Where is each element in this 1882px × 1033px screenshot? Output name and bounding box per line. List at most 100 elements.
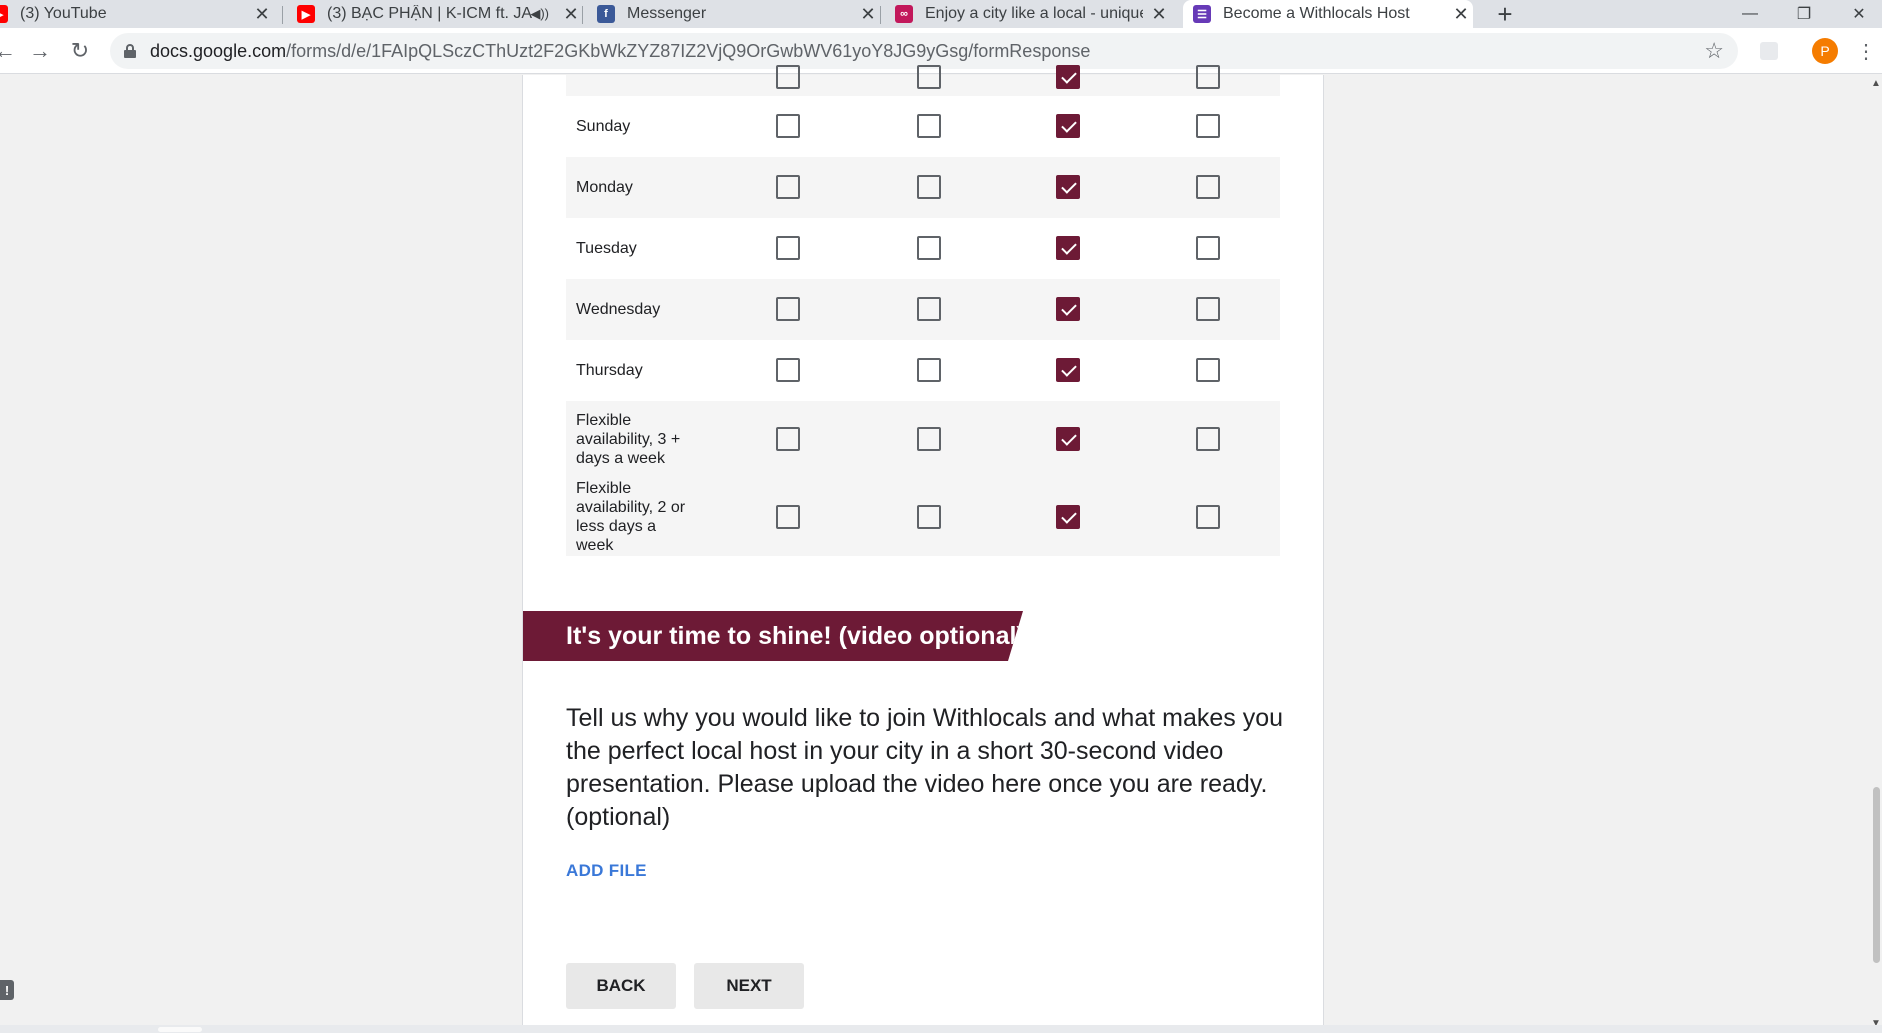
page-viewport: Sunday Monday Tuesday Wednesday Thursday… bbox=[0, 65, 1882, 1033]
grid-checkbox[interactable] bbox=[917, 427, 941, 451]
minimize-button[interactable]: — bbox=[1727, 0, 1773, 28]
browser-menu-icon[interactable]: ⋮ bbox=[1856, 36, 1876, 66]
grid-row-label: Sunday bbox=[576, 118, 631, 135]
grid-checkbox[interactable] bbox=[917, 297, 941, 321]
grid-checkbox[interactable] bbox=[1196, 175, 1220, 199]
tab-title: (3) YouTube bbox=[20, 5, 107, 22]
tab-title: Enjoy a city like a local - unique t bbox=[925, 5, 1143, 22]
grid-row-label: Tuesday bbox=[576, 240, 637, 257]
tab-strip: ▶ (3) YouTube ✕ ▶ (3) BẠC PHẬN | K-ICM f… bbox=[0, 0, 1882, 29]
grid-row-partial bbox=[566, 65, 1280, 96]
section-title: It's your time to shine! (video optional… bbox=[566, 622, 1025, 650]
grid-checkbox[interactable] bbox=[917, 505, 941, 529]
grid-checkbox[interactable] bbox=[1056, 427, 1080, 451]
tab-divider bbox=[582, 6, 583, 24]
grid-row: Thursday bbox=[566, 340, 1280, 401]
scroll-up-arrow-icon[interactable]: ▲ bbox=[1871, 79, 1881, 89]
grid-checkbox[interactable] bbox=[1056, 297, 1080, 321]
add-file-button[interactable]: ADD FILE bbox=[566, 861, 647, 881]
youtube-icon: ▶ bbox=[297, 5, 315, 23]
section-header-banner: It's your time to shine! (video optional… bbox=[523, 611, 1023, 661]
tab-title: (3) BẠC PHẬN | K-ICM ft. JAC bbox=[327, 5, 532, 22]
question-text: Tell us why you would like to join Withl… bbox=[566, 704, 1284, 831]
grid-checkbox[interactable] bbox=[776, 427, 800, 451]
scrollbar-thumb[interactable] bbox=[1873, 787, 1880, 963]
horizontal-scrollbar[interactable] bbox=[0, 1025, 1882, 1033]
tab-withlocals[interactable]: ∞ Enjoy a city like a local - unique t ✕ bbox=[895, 0, 1171, 28]
tab-messenger[interactable]: f Messenger ✕ bbox=[597, 0, 880, 28]
tab-youtube[interactable]: ▶ (3) YouTube ✕ bbox=[0, 0, 274, 28]
grid-row: Monday bbox=[566, 157, 1280, 218]
grid-checkbox[interactable] bbox=[776, 65, 800, 89]
lock-icon bbox=[124, 44, 136, 58]
grid-checkbox[interactable] bbox=[1196, 65, 1220, 89]
grid-checkbox[interactable] bbox=[776, 358, 800, 382]
bookmark-star-icon[interactable]: ☆ bbox=[1704, 38, 1724, 64]
grid-checkbox[interactable] bbox=[776, 114, 800, 138]
address-bar[interactable]: docs.google.com/forms/d/e/1FAIpQLSczCThU… bbox=[110, 33, 1738, 69]
next-button[interactable]: NEXT bbox=[694, 963, 804, 1009]
grid-checkbox[interactable] bbox=[1056, 114, 1080, 138]
grid-checkbox[interactable] bbox=[1056, 358, 1080, 382]
grid-row: Flexible availability, 2 or less days a … bbox=[566, 478, 1280, 556]
profile-avatar[interactable]: P bbox=[1812, 38, 1838, 64]
grid-checkbox[interactable] bbox=[917, 236, 941, 260]
grid-checkbox[interactable] bbox=[917, 175, 941, 199]
speaker-icon[interactable]: ◀)) bbox=[530, 6, 549, 22]
grid-checkbox[interactable] bbox=[776, 505, 800, 529]
grid-checkbox[interactable] bbox=[1056, 175, 1080, 199]
feedback-icon[interactable]: ! bbox=[0, 980, 14, 1000]
url-path: /forms/d/e/1FAIpQLSczCThUzt2F2GKbWkZYZ87… bbox=[286, 40, 1091, 61]
restore-button[interactable]: ❐ bbox=[1781, 0, 1827, 28]
tab-bac-phan[interactable]: ▶ (3) BẠC PHẬN | K-ICM ft. JAC ◀)) ✕ bbox=[297, 0, 583, 28]
grid-checkbox[interactable] bbox=[917, 358, 941, 382]
extension-icon[interactable] bbox=[1760, 42, 1778, 60]
back-button[interactable]: BACK bbox=[566, 963, 676, 1009]
new-tab-button[interactable]: + bbox=[1493, 0, 1517, 29]
google-forms-icon: ☰ bbox=[1193, 5, 1211, 23]
reload-icon[interactable]: ↻ bbox=[65, 36, 95, 66]
grid-row-label: Flexible availability, 2 or less days a … bbox=[576, 480, 686, 554]
tab-divider bbox=[282, 6, 283, 24]
horizontal-scrollbar-thumb[interactable] bbox=[158, 1027, 202, 1032]
grid-checkbox[interactable] bbox=[776, 175, 800, 199]
window-close-button[interactable]: ✕ bbox=[1836, 0, 1882, 28]
tab-divider bbox=[880, 6, 881, 24]
tab-title: Become a Withlocals Host bbox=[1223, 5, 1410, 22]
grid-checkbox[interactable] bbox=[1056, 236, 1080, 260]
grid-checkbox[interactable] bbox=[917, 114, 941, 138]
close-icon[interactable]: ✕ bbox=[250, 0, 274, 28]
grid-row-label: Wednesday bbox=[576, 301, 661, 318]
grid-row: Sunday bbox=[566, 96, 1280, 157]
grid-checkbox[interactable] bbox=[1196, 114, 1220, 138]
close-icon[interactable]: ✕ bbox=[1449, 0, 1473, 28]
grid-checkbox[interactable] bbox=[776, 297, 800, 321]
grid-checkbox[interactable] bbox=[1196, 427, 1220, 451]
back-arrow-icon[interactable]: ← bbox=[0, 36, 20, 66]
form-card: Sunday Monday Tuesday Wednesday Thursday… bbox=[522, 65, 1324, 1033]
grid-checkbox[interactable] bbox=[917, 65, 941, 89]
grid-row-label: Flexible availability, 3 + days a week bbox=[576, 412, 681, 467]
close-icon[interactable]: ✕ bbox=[559, 0, 583, 28]
grid-row-label: Thursday bbox=[576, 362, 643, 379]
grid-checkbox[interactable] bbox=[1056, 65, 1080, 89]
youtube-icon: ▶ bbox=[0, 5, 8, 23]
grid-checkbox[interactable] bbox=[776, 236, 800, 260]
grid-checkbox[interactable] bbox=[1196, 505, 1220, 529]
tab-become-host[interactable]: ☰ Become a Withlocals Host ✕ bbox=[1183, 0, 1473, 28]
grid-checkbox[interactable] bbox=[1196, 358, 1220, 382]
grid-checkbox[interactable] bbox=[1196, 297, 1220, 321]
grid-row-label: Monday bbox=[576, 179, 633, 196]
browser-toolbar: ← → ↻ docs.google.com/forms/d/e/1FAIpQLS… bbox=[0, 28, 1882, 74]
vertical-scrollbar[interactable] bbox=[1870, 75, 1882, 1033]
grid-checkbox[interactable] bbox=[1056, 505, 1080, 529]
close-icon[interactable]: ✕ bbox=[856, 0, 880, 28]
close-icon[interactable]: ✕ bbox=[1147, 0, 1171, 28]
tab-title: Messenger bbox=[627, 5, 707, 22]
grid-row: Wednesday bbox=[566, 279, 1280, 340]
forward-arrow-icon[interactable]: → bbox=[25, 36, 55, 66]
grid-checkbox[interactable] bbox=[1196, 236, 1220, 260]
facebook-icon: f bbox=[597, 5, 615, 23]
grid-row: Tuesday bbox=[566, 218, 1280, 279]
grid-row: Flexible availability, 3 + days a week bbox=[566, 401, 1280, 478]
